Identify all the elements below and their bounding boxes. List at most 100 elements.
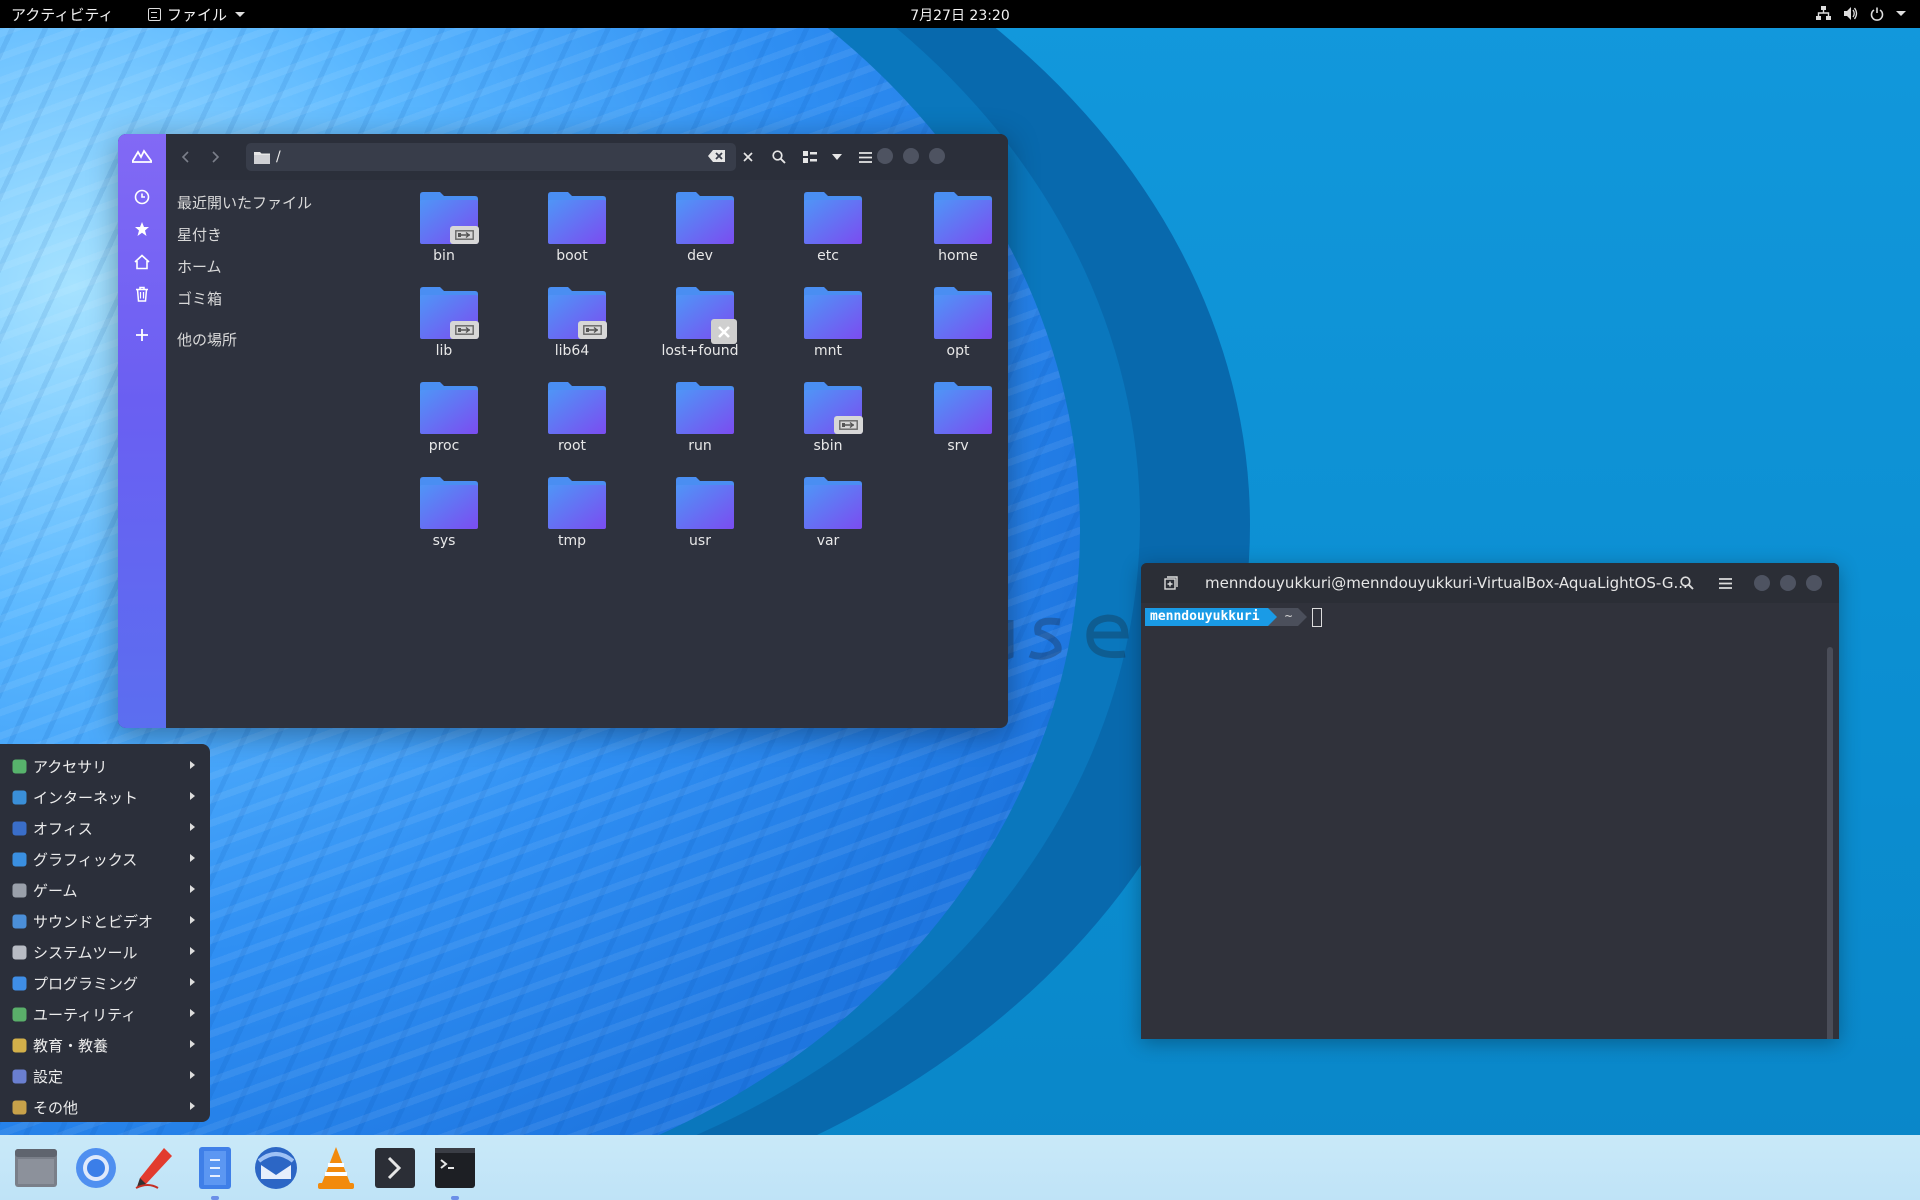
back-button[interactable]: [174, 146, 196, 168]
folder-icon: [548, 382, 606, 434]
sidebar-item-starred[interactable]: 星付き: [177, 224, 222, 245]
menu-item[interactable]: オフィス: [0, 812, 210, 843]
close-window-button[interactable]: [929, 148, 945, 164]
folder-label: boot: [556, 248, 588, 264]
folder-item[interactable]: etc: [773, 182, 883, 266]
folder-item[interactable]: opt: [903, 277, 1008, 361]
menu-item[interactable]: プログラミング: [0, 967, 210, 998]
terminal-content[interactable]: menndouyukkuri ~: [1141, 603, 1839, 1039]
settings-icon: [11, 1068, 27, 1084]
prompt-user: menndouyukkuri: [1145, 608, 1268, 626]
close-path-button[interactable]: [737, 146, 759, 168]
app-menu-label: ファイル: [167, 6, 228, 24]
star-icon[interactable]: [132, 219, 152, 239]
folder-label: bin: [433, 248, 455, 264]
folder-label: home: [938, 248, 978, 264]
terminal-icon[interactable]: [431, 1144, 479, 1200]
internet-icon: [11, 789, 27, 805]
folder-item[interactable]: srv: [903, 372, 1008, 456]
menu-item[interactable]: 教育・教養: [0, 1029, 210, 1060]
folder-item[interactable]: var: [773, 467, 883, 551]
file-manager-icon[interactable]: [191, 1144, 239, 1200]
folder-item[interactable]: bin: [389, 182, 499, 266]
places-rail: [118, 134, 166, 728]
folder-item[interactable]: root: [517, 372, 627, 456]
chromium-icon[interactable]: [72, 1144, 120, 1192]
menu-item[interactable]: ゲーム: [0, 874, 210, 905]
system-menu[interactable]: [1816, 6, 1906, 21]
terminal-search-button[interactable]: [1677, 573, 1697, 593]
clear-text-icon[interactable]: [708, 149, 726, 167]
app-menu-button[interactable]: ファイル: [148, 4, 246, 25]
menu-item[interactable]: ユーティリティ: [0, 998, 210, 1029]
clock[interactable]: 7月27日 23:20: [910, 8, 1010, 24]
folder-item[interactable]: mnt: [773, 277, 883, 361]
location-bar[interactable]: /: [246, 143, 736, 171]
menu-item-label: アクセサリ: [33, 758, 108, 776]
folder-item[interactable]: lost+found: [645, 277, 755, 361]
chevron-down-icon: [235, 12, 246, 17]
menu-item-label: システムツール: [33, 944, 138, 962]
view-options-button[interactable]: [826, 146, 848, 168]
sidebar-item-recent[interactable]: 最近開いたファイル: [177, 192, 312, 213]
folder-item[interactable]: proc: [389, 372, 499, 456]
menu-item-label: グラフィックス: [33, 851, 138, 869]
top-bar: アクティビティ ファイル 7月27日 23:20: [0, 0, 1920, 28]
maximize-button[interactable]: [1780, 575, 1796, 591]
main-menu-button[interactable]: [854, 146, 876, 168]
minimize-button[interactable]: [1754, 575, 1770, 591]
menu-item[interactable]: アクセサリ: [0, 750, 210, 781]
scrollbar[interactable]: [1827, 647, 1833, 1039]
games-icon: [11, 882, 27, 898]
menu-item[interactable]: その他: [0, 1091, 210, 1122]
folder-icon: [676, 382, 734, 434]
folder-item[interactable]: tmp: [517, 467, 627, 551]
menu-item[interactable]: グラフィックス: [0, 843, 210, 874]
folder-label: opt: [946, 343, 970, 359]
menu-item[interactable]: インターネット: [0, 781, 210, 812]
folder-item[interactable]: boot: [517, 182, 627, 266]
chevron-down-icon: [832, 153, 842, 160]
sidebar-item-other-locations[interactable]: 他の場所: [177, 329, 237, 350]
view-mode-button[interactable]: [799, 146, 821, 168]
folder-label: dev: [687, 248, 713, 264]
close-window-button[interactable]: [1806, 575, 1822, 591]
unreadable-icon: [711, 319, 737, 344]
minimize-button[interactable]: [877, 148, 893, 164]
folder-item[interactable]: usr: [645, 467, 755, 551]
plus-icon[interactable]: [132, 325, 152, 345]
menu-item-label: 設定: [33, 1068, 64, 1086]
recent-icon[interactable]: [132, 187, 152, 207]
sidebar-item-home[interactable]: ホーム: [177, 256, 222, 277]
menu-item[interactable]: システムツール: [0, 936, 210, 967]
folder-item[interactable]: lib: [389, 277, 499, 361]
thunderbird-icon[interactable]: [252, 1144, 300, 1192]
terminal-prompt-icon[interactable]: [371, 1144, 419, 1192]
symlink-icon: [834, 416, 863, 434]
forward-button[interactable]: [205, 146, 227, 168]
home-icon[interactable]: [132, 252, 152, 272]
folder-item[interactable]: sys: [389, 467, 499, 551]
trash-icon[interactable]: [132, 284, 152, 304]
files-icon[interactable]: [12, 1144, 60, 1192]
terminal-window: menndouyukkuri@menndouyukkuri-VirtualBox…: [1141, 563, 1839, 1039]
folder-label: sbin: [813, 438, 843, 454]
menu-item-label: ゲーム: [33, 882, 78, 900]
chevron-right-icon: [190, 1071, 195, 1079]
folder-item[interactable]: dev: [645, 182, 755, 266]
menu-item[interactable]: 設定: [0, 1060, 210, 1091]
terminal-menu-button[interactable]: [1715, 573, 1735, 593]
folder-item[interactable]: sbin: [773, 372, 883, 456]
folder-item[interactable]: run: [645, 372, 755, 456]
menu-item[interactable]: サウンドとビデオ: [0, 905, 210, 936]
folder-item[interactable]: lib64: [517, 277, 627, 361]
maximize-button[interactable]: [903, 148, 919, 164]
vlc-icon[interactable]: [312, 1144, 360, 1192]
activities-button[interactable]: アクティビティ: [11, 4, 113, 25]
sidebar-item-trash[interactable]: ゴミ箱: [177, 288, 222, 309]
text-editor-icon[interactable]: [130, 1144, 178, 1192]
new-tab-button[interactable]: [1161, 573, 1181, 593]
search-button[interactable]: [768, 146, 790, 168]
folder-label: root: [557, 438, 587, 454]
folder-item[interactable]: home: [903, 182, 1008, 266]
